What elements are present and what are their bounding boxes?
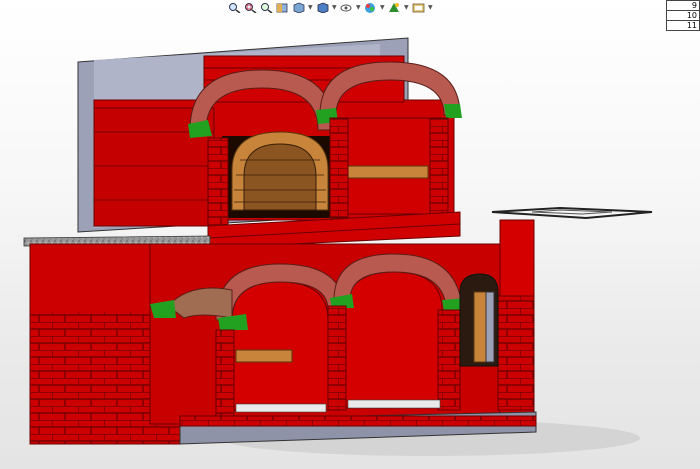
hood-frame xyxy=(491,206,653,220)
floor-grate xyxy=(347,399,441,409)
lower-opening-left xyxy=(231,281,329,411)
model-viewport[interactable] xyxy=(0,0,700,469)
green-keystone xyxy=(444,104,462,118)
wood-shelf xyxy=(345,165,429,179)
floor-grate xyxy=(235,403,327,413)
wood-shelf xyxy=(235,349,293,363)
lower-opening-right xyxy=(345,271,443,409)
